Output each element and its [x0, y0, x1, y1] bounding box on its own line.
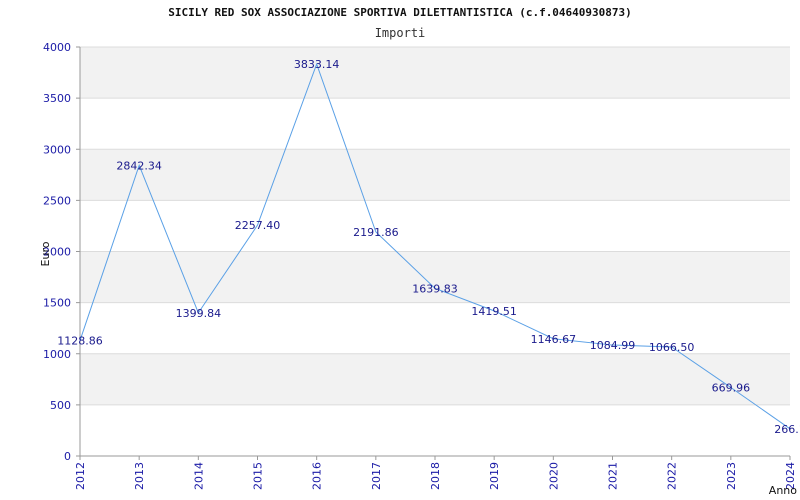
- grid-band: [80, 404, 790, 456]
- x-tick-label: 2019: [488, 462, 501, 490]
- data-label: 1639.83: [412, 282, 458, 295]
- data-label: 1146.67: [531, 333, 577, 346]
- data-label: 1399.84: [176, 307, 222, 320]
- y-axis-label: Euro: [39, 241, 52, 266]
- x-tick-label: 2016: [311, 462, 324, 490]
- grid-band: [80, 200, 790, 252]
- grid-band: [80, 98, 790, 150]
- data-label: 1066.50: [649, 341, 695, 354]
- x-axis-label: Anno: [769, 484, 797, 497]
- x-tick-label: 2020: [547, 462, 560, 490]
- y-tick-label: 1000: [43, 348, 71, 361]
- data-label: 1084.99: [590, 339, 636, 352]
- x-tick-label: 2022: [666, 462, 679, 490]
- grid-band: [80, 353, 790, 405]
- y-tick-label: 0: [64, 450, 71, 463]
- grid-band: [80, 47, 790, 99]
- y-tick-label: 4000: [43, 41, 71, 54]
- x-tick-label: 2023: [725, 462, 738, 490]
- data-label: 266.1: [774, 423, 800, 436]
- grid-band: [80, 149, 790, 201]
- y-tick-label: 500: [50, 399, 71, 412]
- x-tick-label: 2018: [429, 462, 442, 490]
- x-tick-labels: 2012 2013 2014 2015 2016 2017 2018 2019 2020 2021…: [74, 456, 797, 490]
- data-label: 669.96: [712, 381, 751, 394]
- y-tick-label: 3000: [43, 143, 71, 156]
- data-label: 2842.34: [116, 159, 162, 172]
- y-tick-label: 1500: [43, 297, 71, 310]
- x-tick-label: 2014: [192, 462, 205, 490]
- data-label: 2257.40: [235, 219, 281, 232]
- y-tick-label: 2500: [43, 194, 71, 207]
- data-label: 1419.51: [471, 305, 517, 318]
- data-label: 3833.14: [294, 58, 340, 71]
- data-label: 2191.86: [353, 226, 399, 239]
- x-tick-label: 2015: [252, 462, 265, 490]
- data-label: 1128.86: [57, 335, 103, 348]
- x-tick-label: 2012: [74, 462, 87, 490]
- line-chart: 05001000150020002500300035004000 2012 201…: [39, 41, 800, 497]
- x-tick-label: 2021: [607, 462, 620, 490]
- x-tick-label: 2017: [370, 462, 383, 490]
- y-tick-label: 3500: [43, 92, 71, 105]
- x-tick-label: 2013: [133, 462, 146, 490]
